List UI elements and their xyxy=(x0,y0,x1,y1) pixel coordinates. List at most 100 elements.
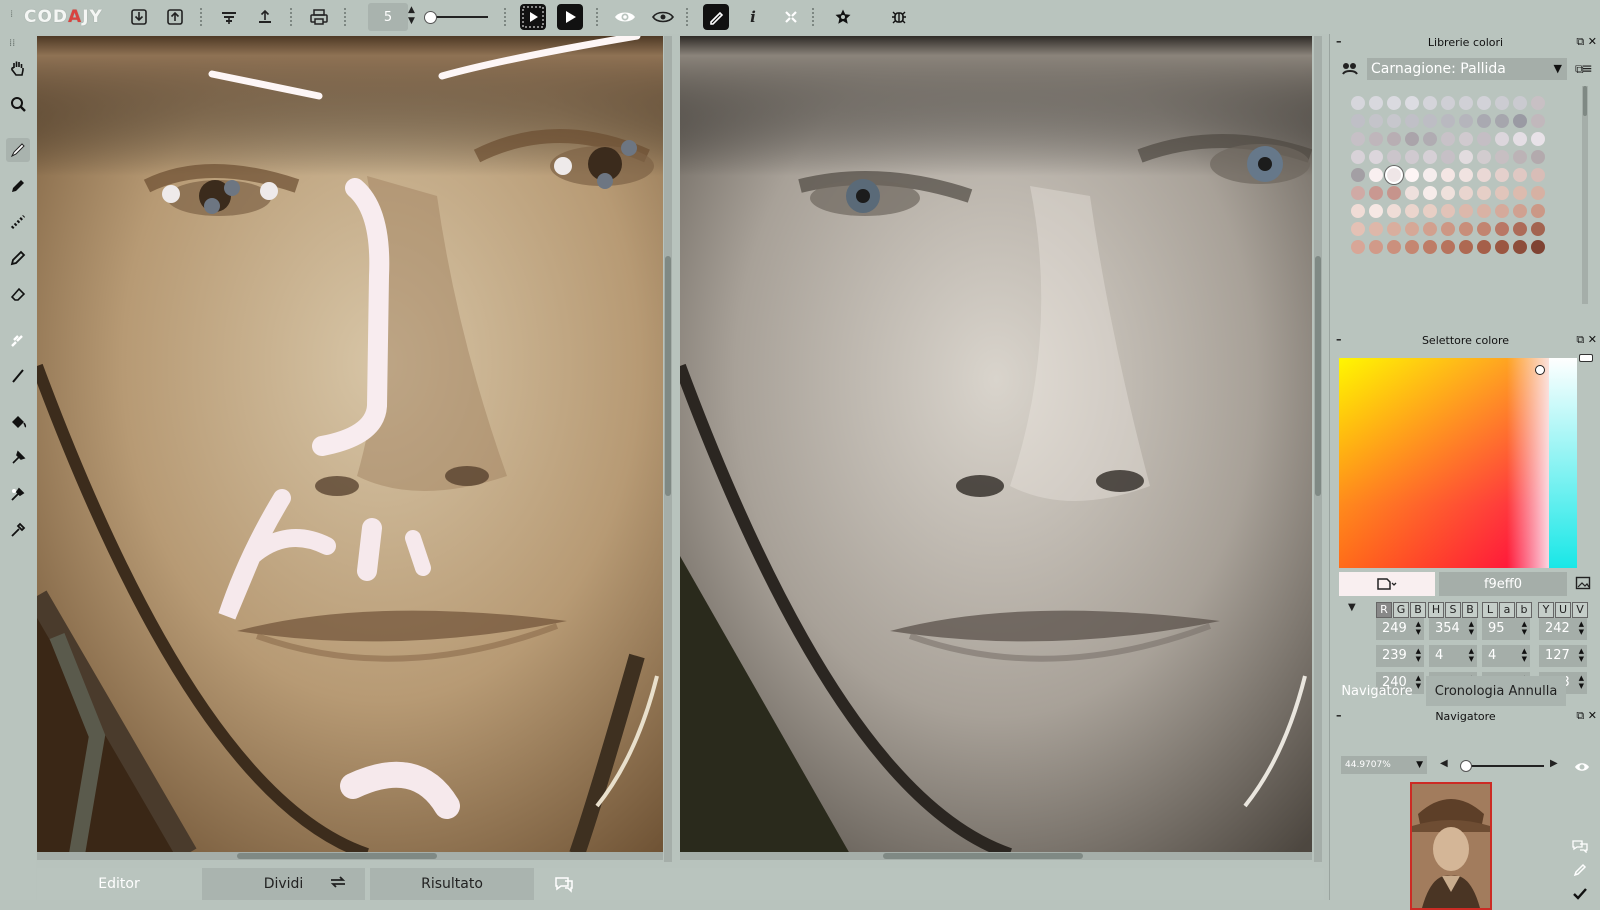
panel-controls[interactable]: ⧉ ✕ xyxy=(1576,35,1597,49)
hue-slider[interactable] xyxy=(1549,358,1577,568)
dropper-fill-icon[interactable] xyxy=(6,482,30,506)
value-stepper[interactable]: ▲▼ xyxy=(1416,620,1421,636)
color-swatch[interactable] xyxy=(1477,186,1491,200)
color-swatch[interactable] xyxy=(1369,240,1383,254)
color-swatch[interactable] xyxy=(1387,168,1401,182)
color-swatch[interactable] xyxy=(1459,186,1473,200)
color-swatch[interactable] xyxy=(1441,186,1455,200)
color-swatch[interactable] xyxy=(1441,96,1455,110)
color-swatch[interactable] xyxy=(1531,132,1545,146)
color-swatch[interactable] xyxy=(1387,150,1401,164)
import-icon[interactable] xyxy=(126,4,152,30)
editor-horizontal-scrollbar[interactable] xyxy=(37,852,663,860)
color-swatch[interactable] xyxy=(1531,222,1545,236)
color-swatch[interactable] xyxy=(1405,150,1419,164)
color-swatch[interactable] xyxy=(1369,132,1383,146)
color-swatch[interactable] xyxy=(1513,168,1527,182)
color-value-input[interactable]: 127 ▲ ▼ xyxy=(1539,645,1587,667)
marker-icon[interactable] xyxy=(6,246,30,270)
eyedropper-icon[interactable] xyxy=(6,518,30,542)
color-swatch[interactable] xyxy=(1531,150,1545,164)
value-stepper[interactable]: ▲▼ xyxy=(1522,647,1527,663)
color-swatch[interactable] xyxy=(1405,240,1419,254)
color-swatch[interactable] xyxy=(1477,96,1491,110)
swap-icon[interactable] xyxy=(329,875,347,893)
color-swatch[interactable] xyxy=(1423,240,1437,254)
result-horizontal-scrollbar[interactable] xyxy=(680,852,1312,860)
edit-icon[interactable] xyxy=(1572,862,1588,882)
color-value-input[interactable]: 354 ▲ ▼ xyxy=(1429,618,1477,640)
color-swatch[interactable] xyxy=(1351,132,1365,146)
hsb-mode-group[interactable]: HSB xyxy=(1428,602,1479,618)
color-swatch[interactable] xyxy=(1513,222,1527,236)
color-swatch[interactable] xyxy=(1441,114,1455,128)
color-swatch[interactable] xyxy=(1495,186,1509,200)
chat-icon[interactable] xyxy=(1571,838,1589,857)
color-swatch[interactable] xyxy=(1513,114,1527,128)
color-swatch[interactable] xyxy=(1531,114,1545,128)
color-swatch[interactable] xyxy=(1495,222,1509,236)
color-swatch[interactable] xyxy=(1405,186,1419,200)
color-value-input[interactable]: 4 ▲ ▼ xyxy=(1482,645,1530,667)
current-color-swatch[interactable] xyxy=(1339,572,1435,596)
value-stepper[interactable]: ▲▼ xyxy=(1579,647,1584,663)
hex-input[interactable]: f9eff0 xyxy=(1439,572,1567,596)
value-stepper[interactable]: ▲▼ xyxy=(1522,620,1527,636)
color-swatch[interactable] xyxy=(1369,168,1383,182)
color-swatch[interactable] xyxy=(1423,168,1437,182)
preview-eye-icon[interactable] xyxy=(1574,758,1590,777)
color-swatch[interactable] xyxy=(1441,240,1455,254)
color-swatch[interactable] xyxy=(1513,186,1527,200)
tab-risultato[interactable]: Risultato xyxy=(370,868,534,900)
color-swatch[interactable] xyxy=(1513,150,1527,164)
color-swatch[interactable] xyxy=(1351,150,1365,164)
feedback-icon[interactable] xyxy=(553,875,575,897)
color-swatch[interactable] xyxy=(1477,168,1491,182)
color-swatch[interactable] xyxy=(1369,150,1383,164)
rgb-mode-group[interactable]: RGB xyxy=(1376,602,1427,618)
color-swatch[interactable] xyxy=(1495,240,1509,254)
color-swatch[interactable] xyxy=(1477,150,1491,164)
palette-select[interactable]: Carnagione: Pallida ▼ xyxy=(1367,58,1567,80)
color-swatch[interactable] xyxy=(1423,150,1437,164)
color-swatch[interactable] xyxy=(1477,132,1491,146)
tab-navigatore[interactable]: Navigatore xyxy=(1330,676,1424,706)
color-swatch[interactable] xyxy=(1477,240,1491,254)
color-swatch[interactable] xyxy=(1387,240,1401,254)
color-swatch[interactable] xyxy=(1387,204,1401,218)
drag-handle-icon[interactable]: ⁞⁞ xyxy=(9,38,15,49)
lab-mode-group[interactable]: Lab xyxy=(1482,602,1533,618)
saturation-value-field[interactable] xyxy=(1339,358,1549,568)
color-swatch[interactable] xyxy=(1459,150,1473,164)
panel-controls[interactable]: ⧉ ✕ xyxy=(1576,709,1597,723)
color-swatch[interactable] xyxy=(1459,114,1473,128)
color-swatch[interactable] xyxy=(1531,240,1545,254)
color-swatch[interactable] xyxy=(1441,150,1455,164)
color-swatch[interactable] xyxy=(1351,204,1365,218)
color-swatch[interactable] xyxy=(1423,186,1437,200)
dotted-brush-icon[interactable] xyxy=(6,210,30,234)
color-swatch[interactable] xyxy=(1387,96,1401,110)
bug-icon[interactable] xyxy=(886,4,912,30)
color-swatch[interactable] xyxy=(1405,168,1419,182)
zoom-slider-knob[interactable] xyxy=(1460,760,1472,772)
fullscreen-icon[interactable] xyxy=(778,4,804,30)
pencil-icon[interactable] xyxy=(6,174,30,198)
color-swatch[interactable] xyxy=(1405,204,1419,218)
color-swatch[interactable] xyxy=(1369,222,1383,236)
hand-icon[interactable] xyxy=(6,56,30,80)
navigator-thumbnail[interactable] xyxy=(1410,782,1492,910)
color-swatch[interactable] xyxy=(1459,96,1473,110)
color-swatch[interactable] xyxy=(1369,186,1383,200)
color-swatch[interactable] xyxy=(1531,96,1545,110)
result-vertical-scrollbar[interactable] xyxy=(1314,36,1322,862)
color-value-input[interactable]: 242 ▲ ▼ xyxy=(1539,618,1587,640)
color-swatch[interactable] xyxy=(1459,132,1473,146)
value-stepper[interactable]: ▲▼ xyxy=(1416,647,1421,663)
list-menu-icon[interactable]: ≡ xyxy=(1581,61,1593,77)
pen-mode-icon[interactable] xyxy=(703,4,729,30)
tab-editor[interactable]: Editor xyxy=(37,868,201,900)
color-value-input[interactable]: 95 ▲ ▼ xyxy=(1482,618,1530,640)
tab-dividi[interactable]: Dividi xyxy=(202,868,365,900)
color-swatch[interactable] xyxy=(1369,204,1383,218)
